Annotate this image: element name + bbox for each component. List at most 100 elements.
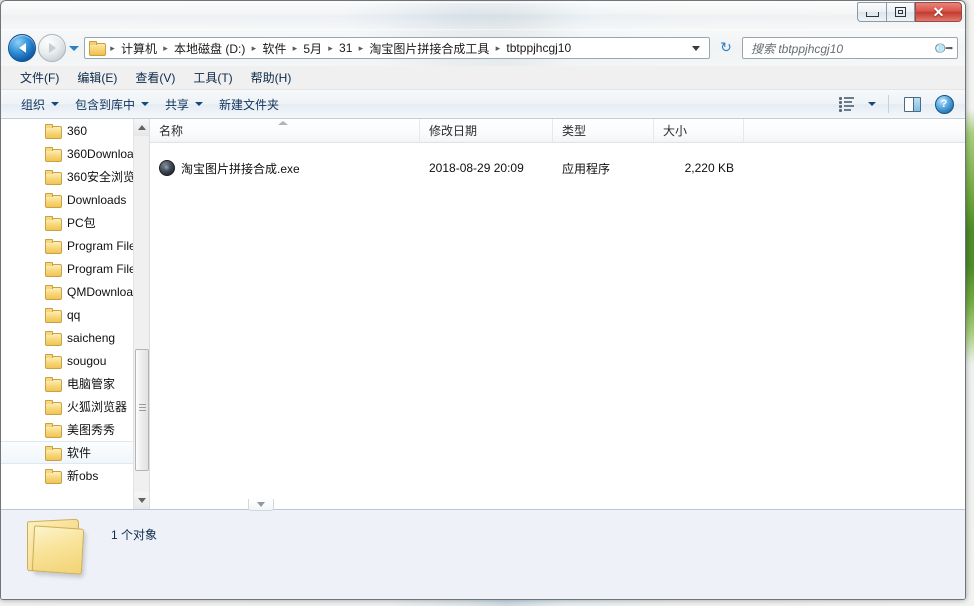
breadcrumb[interactable]: ▸ 计算机 ▸ 本地磁盘 (D:) ▸ 软件 ▸ 5月 ▸ 31 ▸ 淘宝图片拼… <box>84 37 710 59</box>
folder-icon <box>45 353 62 369</box>
search-placeholder: 搜索 tbtppjhcgj10 <box>751 41 844 56</box>
sidebar-item-downloads[interactable]: Downloads <box>1 188 149 211</box>
column-header-name-label: 名称 <box>159 124 184 138</box>
menu-item-view[interactable]: 查看(V) <box>126 66 184 89</box>
title-bar[interactable]: ✕ <box>1 1 965 30</box>
sidebar-item-saicheng[interactable]: saicheng <box>1 326 149 349</box>
sidebar-item-xin-obs[interactable]: 新obs <box>1 464 149 487</box>
command-toolbar: 组织 包含到库中 共享 新建文件夹 ? <box>1 90 965 119</box>
change-view-dropdown[interactable] <box>864 93 880 115</box>
toolbar-right-group: ? <box>832 93 959 115</box>
views-icon <box>839 97 855 112</box>
sidebar-item-label: Program Files <box>67 261 142 276</box>
refresh-icon: ↻ <box>720 40 732 56</box>
include-in-library-button[interactable]: 包含到库中 <box>67 93 157 116</box>
column-header-size[interactable]: 大小 <box>654 119 744 142</box>
window-caption-buttons: ✕ <box>857 2 962 22</box>
breadcrumb-chevron-icon[interactable]: ▸ <box>325 43 336 54</box>
breadcrumb-item-5[interactable]: 淘宝图片拼接合成工具 <box>366 38 492 59</box>
breadcrumb-chevron-icon[interactable]: ▸ <box>289 43 300 54</box>
sidebar-item-meitu[interactable]: 美图秀秀 <box>1 418 149 441</box>
organize-button[interactable]: 组织 <box>13 93 67 116</box>
menu-item-file[interactable]: 文件(F) <box>11 66 68 89</box>
preview-pane-button[interactable] <box>897 93 927 115</box>
details-text-group: 1 个对象 <box>111 526 157 543</box>
minimize-button[interactable] <box>857 2 886 22</box>
sidebar-item-label: Program Files <box>67 238 142 253</box>
chevron-down-icon <box>195 102 204 106</box>
change-view-button[interactable] <box>832 93 862 115</box>
sidebar-item-360[interactable]: 360 <box>1 119 149 142</box>
minimize-icon <box>865 11 879 17</box>
column-header-date-modified[interactable]: 修改日期 <box>420 119 553 142</box>
maximize-button[interactable] <box>886 2 915 22</box>
sidebar-item-pc-bao[interactable]: PC包 <box>1 211 149 234</box>
close-icon: ✕ <box>932 4 945 20</box>
breadcrumb-item-3[interactable]: 5月 <box>300 38 325 59</box>
sidebar-item-qq[interactable]: qq <box>1 303 149 326</box>
column-header-type[interactable]: 类型 <box>553 119 654 142</box>
desktop-green-stripe <box>965 0 974 606</box>
explorer-window: ✕ ▸ 计算机 ▸ 本地磁盘 (D:) ▸ 软件 ▸ 5月 ▸ 31 ▸ 淘宝图… <box>0 0 966 600</box>
folder-icon <box>45 330 62 346</box>
chevron-down-icon[interactable] <box>692 45 700 51</box>
sort-ascending-icon <box>278 121 288 125</box>
share-with-button[interactable]: 共享 <box>157 93 211 116</box>
column-header-name[interactable]: 名称 <box>150 119 420 142</box>
sidebar-item-360-browser[interactable]: 360安全浏览器 <box>1 165 149 188</box>
breadcrumb-item-2[interactable]: 软件 <box>259 38 289 59</box>
new-folder-button[interactable]: 新建文件夹 <box>211 93 287 116</box>
details-pane-collapse-handle[interactable] <box>248 499 274 511</box>
sidebar-item-label: 360Download <box>67 146 141 161</box>
menu-item-help[interactable]: 帮助(H) <box>242 66 301 89</box>
forward-button[interactable] <box>38 34 66 62</box>
table-row[interactable]: 淘宝图片拼接合成.exe 2018-08-29 20:09 应用程序 2,220… <box>150 157 965 179</box>
scrollbar-thumb[interactable] <box>135 349 149 471</box>
menu-item-edit[interactable]: 编辑(E) <box>68 66 126 89</box>
sidebar-item-label: QMDownload <box>67 284 140 299</box>
sidebar-item-360download[interactable]: 360Download <box>1 142 149 165</box>
maximize-icon <box>895 7 906 17</box>
breadcrumb-chevron-icon[interactable]: ▸ <box>355 43 366 54</box>
back-button[interactable] <box>8 34 36 62</box>
breadcrumb-chevron-icon[interactable]: ▸ <box>492 43 503 54</box>
breadcrumb-item-0[interactable]: 计算机 <box>118 38 160 59</box>
menu-bar: 文件(F) 编辑(E) 查看(V) 工具(T) 帮助(H) <box>1 66 965 90</box>
sidebar-item-sougou[interactable]: sougou <box>1 349 149 372</box>
recent-pages-dropdown-icon[interactable] <box>69 45 79 51</box>
breadcrumb-item-1[interactable]: 本地磁盘 (D:) <box>171 38 248 59</box>
breadcrumb-item-6[interactable]: tbtppjhcgj10 <box>503 39 574 57</box>
close-button[interactable]: ✕ <box>915 2 962 22</box>
sidebar-item-program-files[interactable]: Program Files <box>1 234 149 257</box>
sidebar-item-ruanjian[interactable]: 软件 <box>1 441 149 464</box>
file-rows-container: 淘宝图片拼接合成.exe 2018-08-29 20:09 应用程序 2,220… <box>150 143 965 179</box>
sidebar-item-firefox[interactable]: 火狐浏览器 <box>1 395 149 418</box>
folder-icon <box>45 169 62 185</box>
breadcrumb-item-4[interactable]: 31 <box>336 39 355 57</box>
sidebar-item-qmdownload[interactable]: QMDownload <box>1 280 149 303</box>
file-date-cell: 2018-08-29 20:09 <box>429 161 524 175</box>
chevron-down-icon <box>138 498 146 503</box>
search-icon[interactable]: 🔍 <box>932 37 954 59</box>
navigation-tree: 360 360Download 360安全浏览器 Downloads PC包 P… <box>1 119 149 487</box>
breadcrumb-chevron-icon[interactable]: ▸ <box>248 43 259 54</box>
search-input[interactable]: 搜索 tbtppjhcgj10 🔍 <box>742 37 958 59</box>
file-size-cell: 2,220 KB <box>684 161 734 175</box>
breadcrumb-chevron-icon[interactable]: ▸ <box>160 43 171 54</box>
sidebar-item-computer-manager[interactable]: 电脑管家 <box>1 372 149 395</box>
scroll-down-button[interactable] <box>134 492 149 509</box>
refresh-button[interactable]: ↻ <box>716 38 736 58</box>
sidebar-item-program-files-x86[interactable]: Program Files <box>1 257 149 280</box>
scroll-up-button[interactable] <box>134 119 149 136</box>
breadcrumb-chevron-icon[interactable]: ▸ <box>107 43 118 54</box>
menu-item-tools[interactable]: 工具(T) <box>184 66 241 89</box>
column-header-type-label: 类型 <box>562 124 587 138</box>
chevron-down-icon <box>51 102 60 106</box>
folder-icon <box>45 146 62 162</box>
folder-icon <box>45 123 62 139</box>
folder-icon <box>45 192 62 208</box>
folder-icon <box>45 261 62 277</box>
address-bar-row: ▸ 计算机 ▸ 本地磁盘 (D:) ▸ 软件 ▸ 5月 ▸ 31 ▸ 淘宝图片拼… <box>1 30 965 66</box>
navigation-pane-scrollbar[interactable] <box>133 119 149 509</box>
help-button[interactable]: ? <box>929 93 959 115</box>
